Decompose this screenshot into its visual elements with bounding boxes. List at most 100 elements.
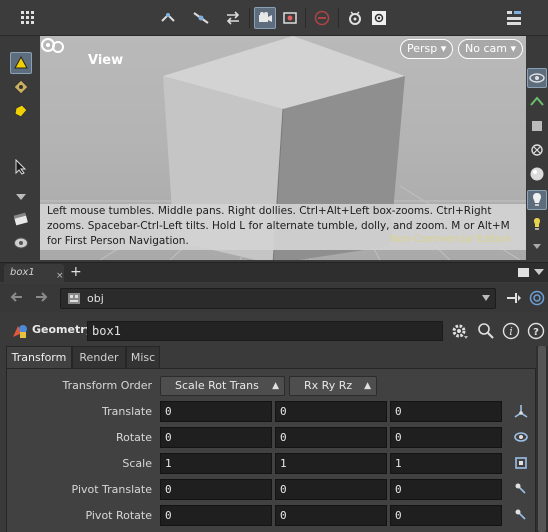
- add-tab-icon[interactable]: +: [70, 264, 82, 280]
- camera-view-icon[interactable]: [254, 7, 276, 29]
- display-bulb-icon[interactable]: [527, 214, 547, 234]
- edition-watermark: Non-Commercial Edition: [390, 234, 512, 245]
- rotate-z-field[interactable]: 0: [390, 427, 502, 448]
- scale-x-field[interactable]: 1: [160, 453, 272, 474]
- transform-order-label: Transform Order: [62, 379, 152, 392]
- svg-text:?: ?: [533, 327, 539, 338]
- back-arrow-icon[interactable]: [10, 291, 24, 306]
- display-sphere-icon[interactable]: [527, 164, 547, 184]
- scale-z-field[interactable]: 1: [390, 453, 502, 474]
- rotate-order-value: Rx Ry Rz: [304, 379, 353, 392]
- forward-arrow-icon[interactable]: [34, 291, 48, 306]
- info-icon[interactable]: i: [502, 322, 520, 343]
- camera-menu-button[interactable]: No cam ▾: [458, 39, 523, 59]
- view-tool-icon: [41, 38, 64, 53]
- tab-box1[interactable]: box1 ×: [4, 264, 64, 283]
- link-pane-icon[interactable]: [529, 290, 545, 309]
- translate-label: Translate: [102, 405, 152, 418]
- grid-menu-icon[interactable]: [17, 7, 39, 29]
- snap-point-icon[interactable]: [190, 7, 212, 29]
- updown-arrow-icon: ▲: [364, 381, 371, 391]
- close-icon[interactable]: ×: [56, 267, 64, 285]
- translate-y-field[interactable]: 0: [275, 401, 387, 422]
- svg-text:i: i: [509, 325, 513, 338]
- rotate-x-field[interactable]: 0: [160, 427, 272, 448]
- scale-label: Scale: [122, 457, 152, 470]
- toolbar-separator: [338, 8, 339, 28]
- help-icon[interactable]: ?: [527, 322, 545, 343]
- path-value: obj: [87, 292, 104, 305]
- tab-render[interactable]: Render: [72, 346, 126, 368]
- gear-icon[interactable]: [450, 322, 470, 343]
- toolbar-separator: [249, 8, 250, 28]
- view-title: View: [88, 53, 124, 68]
- updown-arrow-icon: ▲: [272, 381, 279, 391]
- scale-handle-icon[interactable]: [513, 455, 529, 471]
- parameter-tabs: Transform Render Misc: [0, 346, 536, 368]
- pivot-rotate-y-field[interactable]: 0: [275, 505, 387, 526]
- right-shelf-expand-icon[interactable]: [527, 236, 547, 256]
- path-field[interactable]: obj: [60, 288, 496, 309]
- translate-handle-icon[interactable]: [513, 403, 529, 419]
- transform-order-value: Scale Rot Trans: [175, 379, 259, 392]
- tab-transform[interactable]: Transform: [6, 346, 72, 368]
- pivot-translate-z-field[interactable]: 0: [390, 479, 502, 500]
- search-icon[interactable]: [477, 322, 495, 343]
- display-eye-icon[interactable]: [527, 68, 547, 88]
- display-mode-icon[interactable]: [527, 92, 547, 112]
- transform-order-menu[interactable]: Scale Rot Trans ▲: [160, 376, 285, 396]
- snap-pivot-icon[interactable]: [157, 7, 179, 29]
- viewer-toolbar: [0, 0, 548, 36]
- pane-menu-icon[interactable]: [533, 266, 545, 281]
- scale-y-field[interactable]: 1: [275, 453, 387, 474]
- path-dropdown-icon[interactable]: [481, 294, 491, 302]
- translate-z-field[interactable]: 0: [390, 401, 502, 422]
- select-faces-icon[interactable]: [10, 100, 32, 122]
- pin-pane-icon[interactable]: [506, 291, 522, 308]
- node-name-field[interactable]: box1: [87, 321, 443, 341]
- shelf-expand-icon[interactable]: [10, 186, 32, 208]
- display-lighting-icon[interactable]: [527, 190, 547, 210]
- stop-icon[interactable]: [311, 7, 333, 29]
- left-tool-shelf: [0, 36, 40, 260]
- pivot-translate-label: Pivot Translate: [71, 483, 152, 496]
- display-options-icon[interactable]: [344, 7, 366, 29]
- pane-tab-bar: box1 × +: [0, 262, 548, 283]
- persp-menu-button[interactable]: Persp ▾: [400, 39, 454, 59]
- settings-icon[interactable]: [368, 7, 390, 29]
- pivot-rotate-z-field[interactable]: 0: [390, 505, 502, 526]
- select-arrow-icon[interactable]: [10, 156, 32, 178]
- scrollbar-thumb[interactable]: [538, 346, 546, 532]
- maximize-pane-icon[interactable]: [518, 268, 529, 277]
- rotate-handle-icon[interactable]: [513, 429, 529, 445]
- scene-viewport[interactable]: View Persp ▾ No cam ▾ Left mouse tumbles…: [40, 36, 526, 260]
- network-path-bar: obj: [0, 284, 548, 312]
- view-layout-icon[interactable]: [503, 7, 525, 29]
- record-icon[interactable]: [279, 7, 301, 29]
- parameter-header: Geometry box1 i ?: [0, 318, 548, 344]
- snap-curve-icon[interactable]: [222, 7, 244, 29]
- parameter-scrollbar[interactable]: [536, 346, 548, 532]
- tab-label: box1: [10, 267, 35, 278]
- select-objects-icon[interactable]: [10, 52, 32, 74]
- transform-panel: Transform Order Scale Rot Trans ▲ Rx Ry …: [6, 368, 536, 532]
- obj-context-icon: [68, 293, 80, 304]
- brush-tool-icon[interactable]: [10, 208, 32, 230]
- pivot-translate-handle-icon[interactable]: [513, 481, 529, 497]
- rotate-order-menu[interactable]: Rx Ry Rz ▲: [289, 376, 377, 396]
- handle-tool-icon[interactable]: [10, 232, 32, 254]
- select-points-icon[interactable]: [10, 76, 32, 98]
- pivot-translate-y-field[interactable]: 0: [275, 479, 387, 500]
- translate-x-field[interactable]: 0: [160, 401, 272, 422]
- rotate-y-field[interactable]: 0: [275, 427, 387, 448]
- display-light-off-icon[interactable]: [527, 140, 547, 160]
- toolbar-separator: [305, 8, 306, 28]
- tab-misc[interactable]: Misc: [126, 346, 160, 368]
- pivot-rotate-handle-icon[interactable]: [513, 507, 529, 523]
- pivot-translate-x-field[interactable]: 0: [160, 479, 272, 500]
- display-geometry-icon[interactable]: [527, 116, 547, 136]
- node-type-label: Geometry: [32, 323, 93, 336]
- pivot-rotate-label: Pivot Rotate: [85, 509, 152, 522]
- rotate-label: Rotate: [115, 431, 152, 444]
- pivot-rotate-x-field[interactable]: 0: [160, 505, 272, 526]
